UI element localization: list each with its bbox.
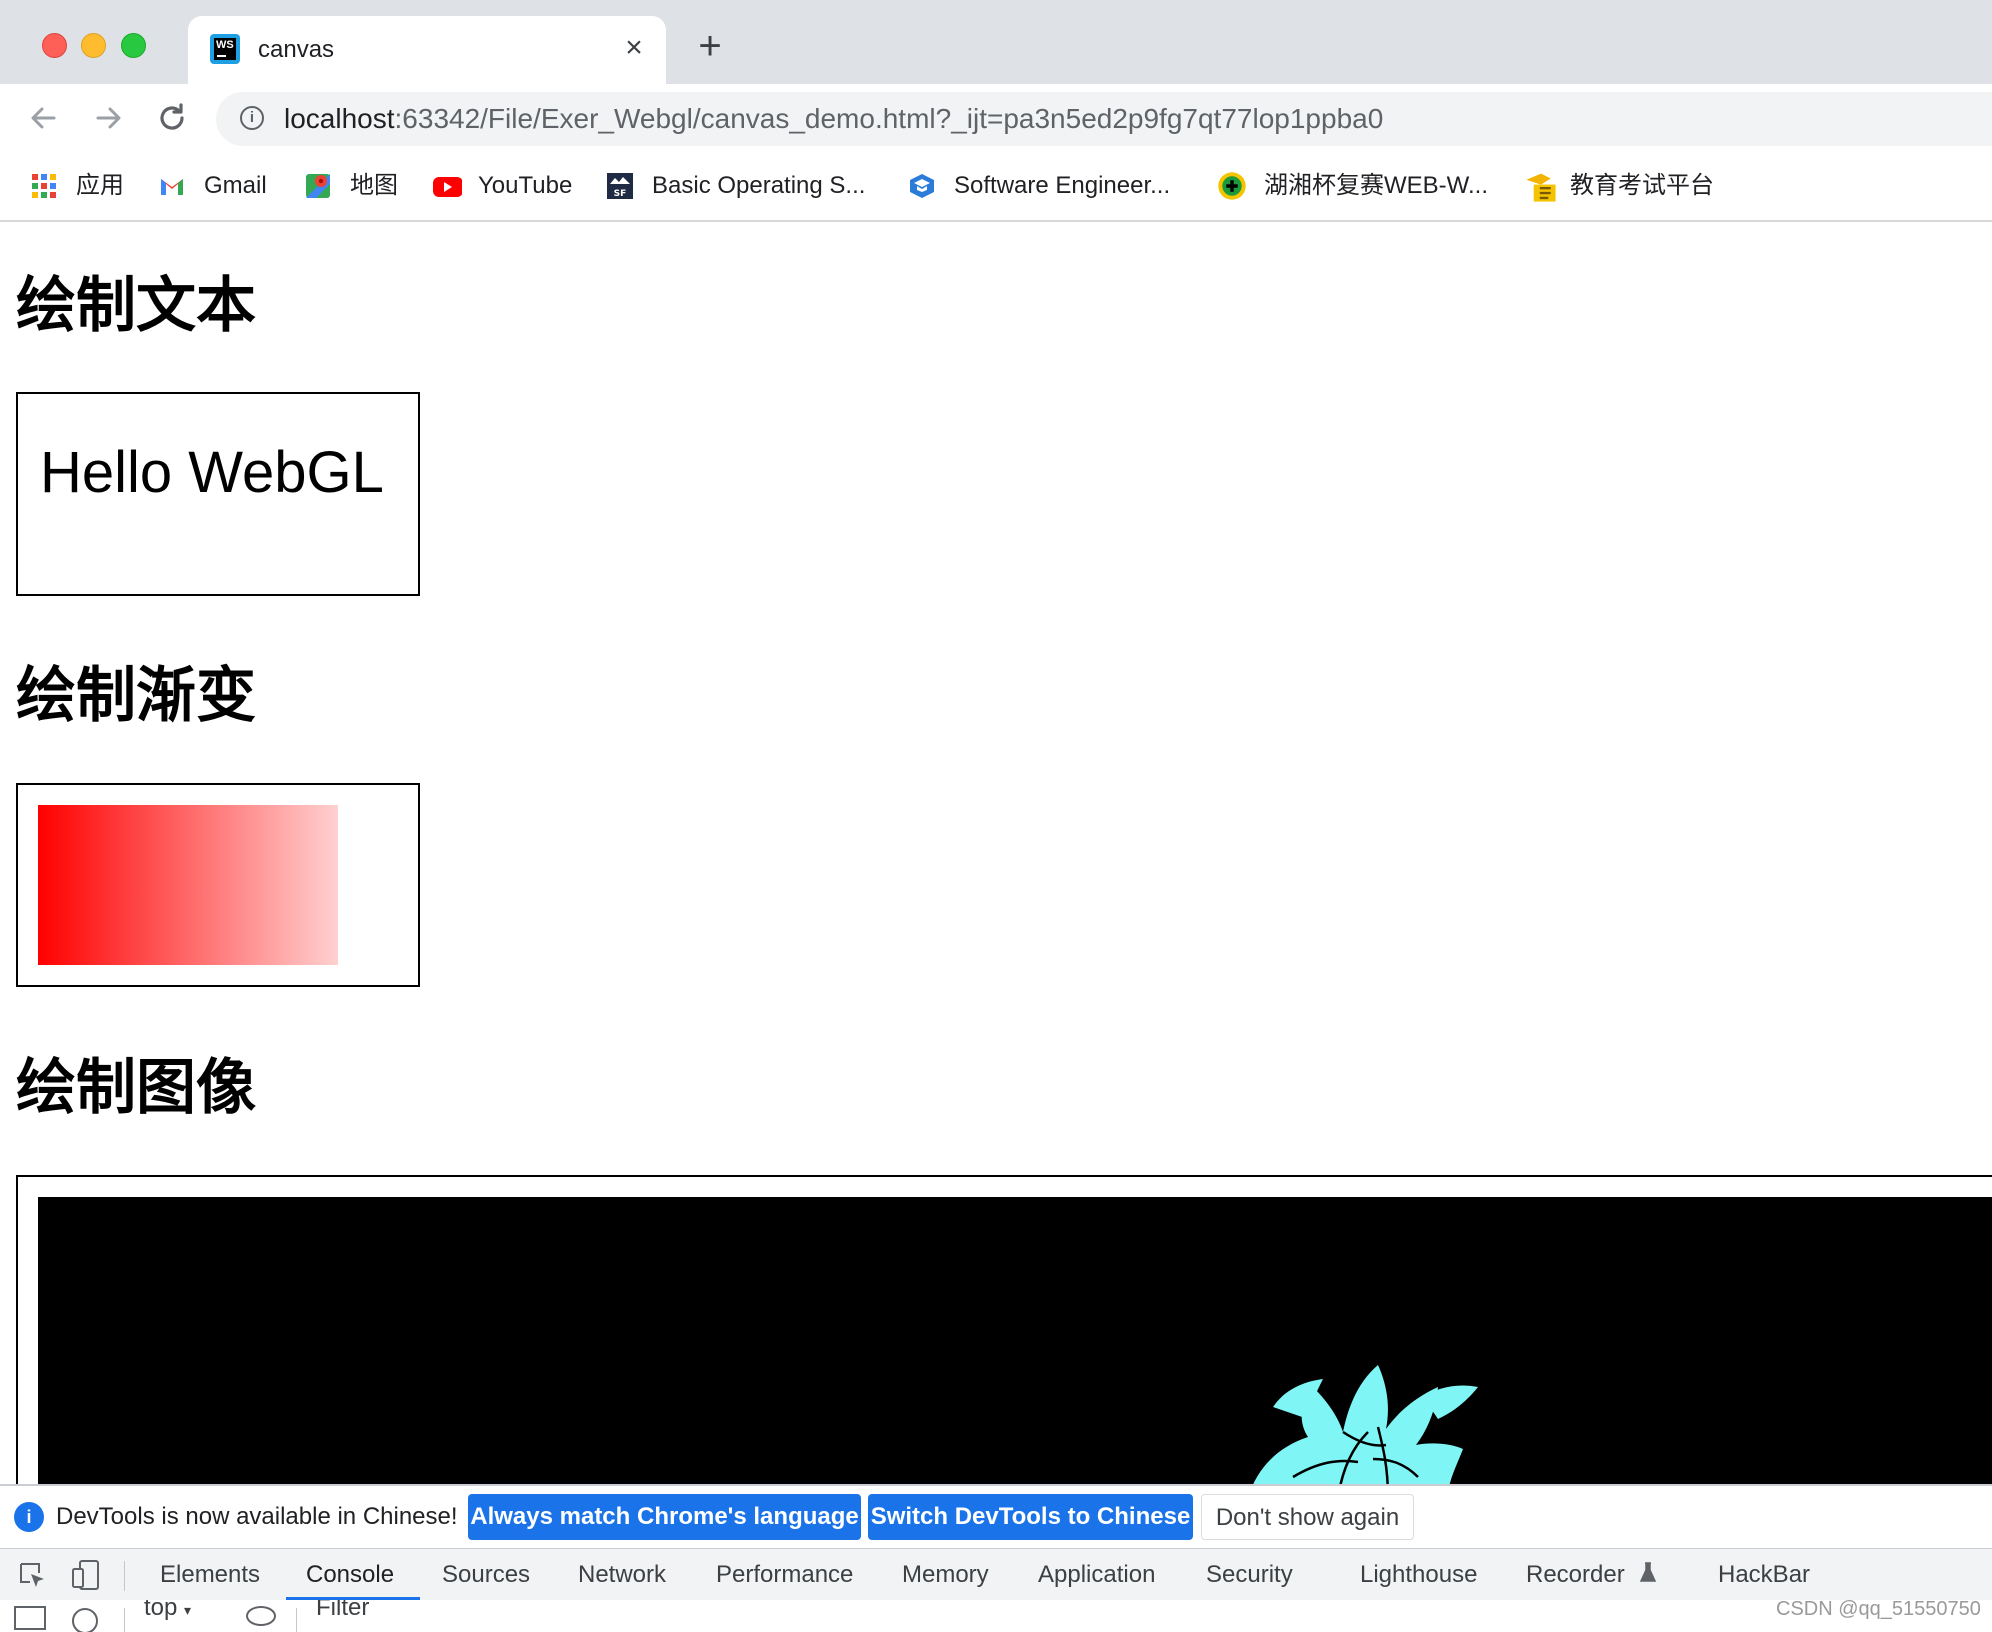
tab-strip: WS canvas × + (0, 0, 1992, 84)
inspect-element-icon[interactable] (18, 1561, 46, 1589)
toolbar-divider (124, 1561, 125, 1591)
cap-icon (910, 174, 934, 198)
maps-icon (306, 174, 330, 198)
tab-elements[interactable]: Elements (160, 1549, 260, 1601)
csdn-watermark: CSDN @qq_51550750 (1776, 1598, 1981, 1620)
tab-memory[interactable]: Memory (902, 1549, 989, 1601)
back-arrow-icon[interactable] (24, 98, 64, 138)
device-toolbar-icon[interactable] (70, 1559, 102, 1591)
console-filter-input[interactable]: Filter (316, 1600, 369, 1622)
flask-icon (1640, 1562, 1657, 1582)
heading-draw-gradient: 绘制渐变 (16, 662, 256, 729)
bookmark-maps[interactable]: 地图 (304, 168, 404, 204)
close-tab-icon[interactable]: × (618, 32, 650, 64)
toolbar-divider (124, 1608, 125, 1632)
zoom-window-button[interactable] (121, 33, 146, 58)
bookmark-label: Basic Operating S... (652, 172, 866, 199)
bookmark-label: 地图 (350, 172, 398, 199)
youtube-icon (433, 177, 462, 197)
bookmark-huxiang-cup[interactable]: 湖湘杯复赛WEB-W... (1216, 168, 1516, 204)
devtools-panel: i DevTools is now available in Chinese! … (0, 1484, 1992, 1632)
tab-application[interactable]: Application (1038, 1549, 1155, 1601)
bookmark-apps[interactable]: 应用 (30, 168, 130, 204)
console-toolbar: top ▾ Filter (0, 1600, 1992, 1632)
apps-grid-icon (32, 174, 56, 198)
url-path: :63342/File/Exer_Webgl/canvas_demo.html?… (394, 103, 1384, 134)
switch-devtools-chinese-button[interactable]: Switch DevTools to Chinese (868, 1494, 1193, 1540)
sidebar-toggle-icon[interactable] (14, 1606, 46, 1630)
tab-hackbar[interactable]: HackBar (1718, 1549, 1810, 1601)
devtools-tabbar: Elements Console Sources Network Perform… (0, 1548, 1992, 1602)
new-tab-button[interactable]: + (692, 26, 728, 66)
url-host: localhost (284, 103, 395, 134)
bookmark-label: 湖湘杯复赛WEB-W... (1264, 172, 1488, 199)
sf-icon: SF (607, 173, 633, 199)
canvas-gradient (16, 783, 420, 987)
gmail-icon (161, 179, 183, 195)
toolbar-divider (296, 1608, 297, 1632)
tab-security[interactable]: Security (1206, 1549, 1293, 1601)
dropdown-arrow-icon: ▾ (184, 1602, 192, 1618)
drawn-image (38, 1197, 1992, 1497)
clear-console-icon[interactable] (72, 1608, 98, 1632)
bookmark-label: Gmail (204, 172, 267, 199)
gradient-rect (38, 805, 338, 965)
tab-performance[interactable]: Performance (716, 1549, 853, 1601)
infobar-message: DevTools is now available in Chinese! (56, 1503, 458, 1530)
bookmark-label: 应用 (76, 172, 124, 199)
site-info-icon[interactable]: i (240, 106, 264, 130)
bookmark-gmail[interactable]: Gmail (158, 168, 278, 204)
browser-tab-canvas[interactable]: WS canvas × (188, 16, 666, 84)
heading-draw-text: 绘制文本 (16, 272, 256, 339)
live-expression-eye-icon[interactable] (246, 1606, 276, 1626)
svg-text:SF: SF (614, 189, 627, 199)
bookmark-label: YouTube (478, 172, 573, 199)
canvas-text: Hello WebGL (16, 392, 420, 596)
bookmark-label: Software Engineer... (954, 172, 1171, 199)
bookmark-basic-operating[interactable]: SF Basic Operating S... (606, 168, 886, 204)
tab-lighthouse[interactable]: Lighthouse (1360, 1549, 1477, 1601)
context-selector[interactable]: top ▾ (144, 1600, 191, 1622)
devtools-language-infobar: i DevTools is now available in Chinese! … (0, 1486, 1992, 1548)
heading-draw-image: 绘制图像 (16, 1054, 256, 1121)
close-window-button[interactable] (42, 33, 67, 58)
bookmark-youtube[interactable]: YouTube (430, 168, 580, 204)
dont-show-again-button[interactable]: Don't show again (1201, 1494, 1414, 1540)
reload-icon[interactable] (152, 98, 192, 138)
address-bar[interactable]: i localhost:63342/File/Exer_Webgl/canvas… (216, 92, 1992, 146)
forward-arrow-icon[interactable] (88, 98, 128, 138)
exam-icon (1526, 173, 1556, 202)
canvas-image (16, 1175, 1992, 1497)
hello-webgl-text: Hello WebGL (40, 440, 384, 505)
bookmarks-bar: 应用 Gmail 地图 YouTube SF Basic Operating S… (0, 154, 1992, 222)
plus-badge-icon (1218, 172, 1246, 200)
info-icon: i (14, 1502, 44, 1532)
lotus-flower-icon (1248, 1365, 1478, 1497)
bookmark-exam-platform[interactable]: 教育考试平台 (1524, 168, 1734, 204)
tab-title: canvas (258, 36, 335, 63)
url-text[interactable]: localhost:63342/File/Exer_Webgl/canvas_d… (284, 102, 1383, 136)
tab-console[interactable]: Console (306, 1549, 394, 1601)
browser-toolbar: i localhost:63342/File/Exer_Webgl/canvas… (0, 84, 1992, 154)
tab-recorder[interactable]: Recorder (1526, 1549, 1657, 1601)
bookmark-software-engineer[interactable]: Software Engineer... (908, 168, 1198, 204)
always-match-language-button[interactable]: Always match Chrome's language (468, 1494, 861, 1540)
tab-network[interactable]: Network (578, 1549, 666, 1601)
bookmark-label: 教育考试平台 (1570, 172, 1714, 199)
minimize-window-button[interactable] (81, 33, 106, 58)
context-selector-label: top (144, 1600, 178, 1621)
tab-sources[interactable]: Sources (442, 1549, 530, 1601)
tab-recorder-label: Recorder (1526, 1561, 1625, 1588)
webstorm-icon: WS (210, 34, 240, 64)
